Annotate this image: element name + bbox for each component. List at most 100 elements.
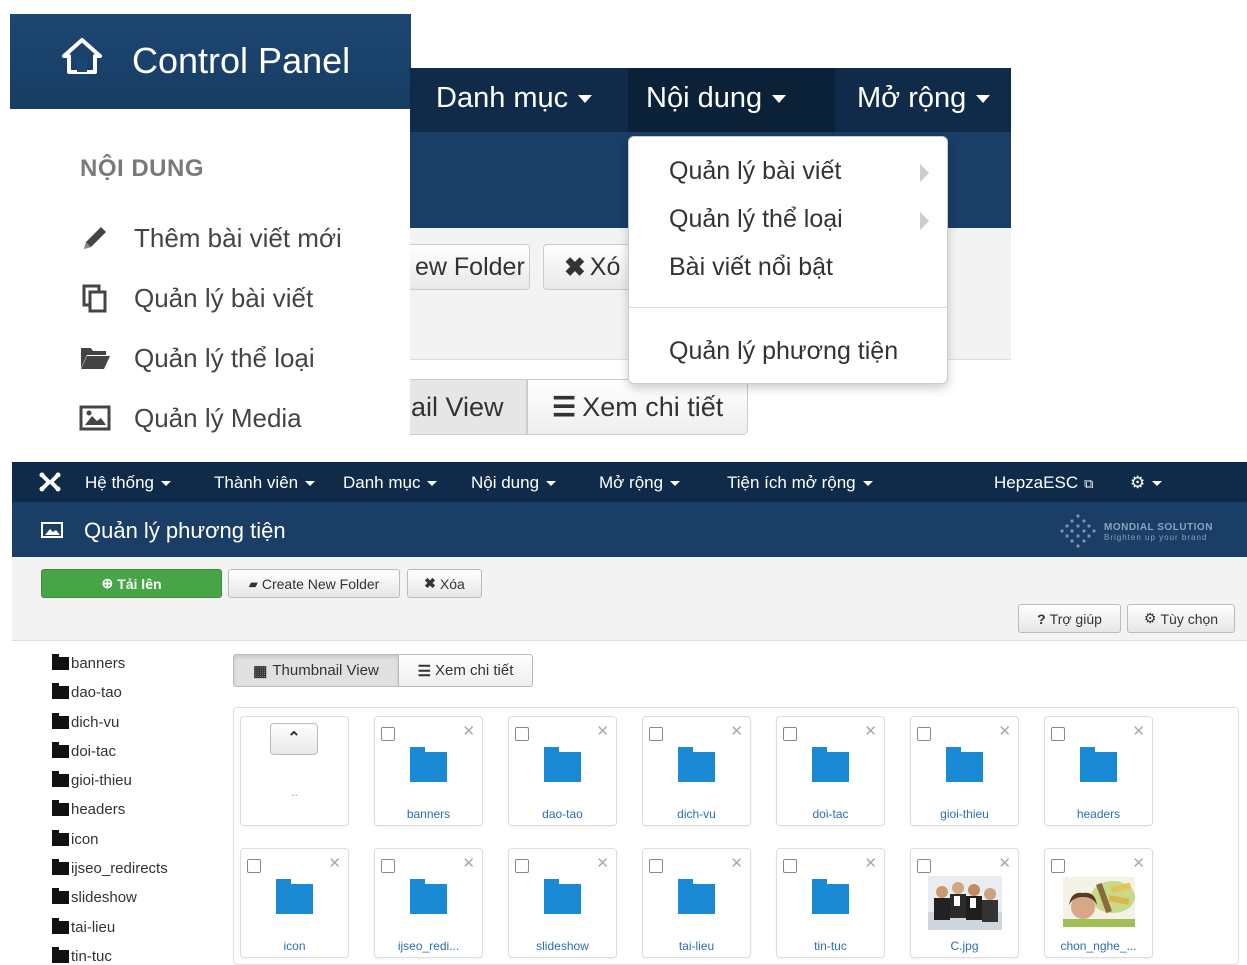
close-icon[interactable]: ✕: [998, 854, 1011, 872]
nav-content[interactable]: Nội dung: [471, 473, 557, 493]
folder-icon: [52, 829, 69, 846]
menu-item-manage-media[interactable]: Quản lý Media: [78, 398, 302, 438]
tree-folder[interactable]: icon: [52, 829, 222, 860]
side-menu-heading: NỘI DUNG: [80, 155, 204, 182]
select-checkbox[interactable]: [515, 727, 529, 741]
nav-settings[interactable]: ⚙: [1130, 473, 1163, 493]
close-icon[interactable]: ✕: [864, 722, 877, 740]
select-checkbox[interactable]: [649, 727, 663, 741]
dropdown-item-manage-categories[interactable]: Quản lý thể loại: [669, 205, 843, 234]
select-checkbox[interactable]: [381, 727, 395, 741]
nav-categories[interactable]: Danh mục: [436, 82, 593, 115]
close-icon[interactable]: ✕: [328, 854, 341, 872]
media-item[interactable]: ✕ ijseo_redi...: [374, 848, 483, 958]
tree-folder[interactable]: gioi-thieu: [52, 771, 222, 801]
menu-item-add-article[interactable]: Thêm bài viết mới: [78, 218, 342, 258]
select-checkbox[interactable]: [1051, 859, 1065, 873]
nav-extensions[interactable]: Mở rộng: [857, 82, 991, 115]
control-panel-title[interactable]: Control Panel: [132, 40, 350, 82]
select-checkbox[interactable]: [783, 859, 797, 873]
media-item[interactable]: ✕ doi-tac: [776, 716, 885, 826]
dropdown-item-featured-articles[interactable]: Bài viết nổi bật: [669, 253, 833, 282]
create-folder-button[interactable]: ▰ Create New Folder: [228, 569, 400, 598]
joomla-logo-icon[interactable]: [39, 472, 61, 492]
media-item[interactable]: ✕ icon: [240, 848, 349, 958]
tree-folder[interactable]: slideshow: [52, 888, 222, 918]
media-item[interactable]: ✕ tin-tuc: [776, 848, 885, 958]
tree-folder[interactable]: tin-tuc: [52, 946, 222, 965]
detail-view-button[interactable]: ☰ Xem chi tiết: [527, 379, 748, 435]
folder-open-icon: [78, 343, 112, 373]
select-checkbox[interactable]: [1051, 727, 1065, 741]
nav-system[interactable]: Hệ thống: [85, 473, 171, 493]
upload-button[interactable]: ⊕ Tải lên: [41, 569, 222, 598]
select-checkbox[interactable]: [649, 859, 663, 873]
folder-icon: [1080, 747, 1117, 782]
select-checkbox[interactable]: [381, 859, 395, 873]
question-circle-icon: ?: [1037, 610, 1046, 627]
select-checkbox[interactable]: [783, 727, 797, 741]
folder-icon: [52, 654, 69, 670]
nav-site-link[interactable]: HepzaESC ⧉: [994, 473, 1093, 493]
media-item[interactable]: ✕ slideshow: [508, 848, 617, 958]
tree-folder[interactable]: ijseo_redirects: [52, 859, 222, 889]
close-icon[interactable]: ✕: [462, 854, 475, 872]
close-icon[interactable]: ✕: [596, 854, 609, 872]
zoomed-view-toggle: ail View ☰ Xem chi tiết: [410, 379, 750, 435]
close-icon[interactable]: ✕: [596, 722, 609, 740]
folder-icon: [52, 683, 69, 700]
close-icon[interactable]: ✕: [462, 722, 475, 740]
thumbnail-view-button[interactable]: ail View: [410, 379, 527, 435]
close-icon[interactable]: ✕: [864, 854, 877, 872]
media-item[interactable]: ✕ C.jpg: [910, 848, 1019, 958]
pencil-icon: [78, 223, 112, 253]
select-checkbox[interactable]: [247, 859, 261, 873]
picture-icon: [41, 522, 63, 538]
tree-folder[interactable]: tai-lieu: [52, 917, 222, 948]
media-item[interactable]: ✕ chon_nghe_...: [1044, 848, 1153, 958]
caret-down-icon: [161, 481, 171, 487]
folder-icon: [678, 879, 715, 914]
tree-folder[interactable]: headers: [52, 800, 222, 830]
media-item[interactable]: ✕ banners: [374, 716, 483, 826]
nav-extensions[interactable]: Mở rộng: [599, 473, 681, 493]
tree-folder[interactable]: dich-vu: [52, 712, 222, 743]
close-icon[interactable]: ✕: [998, 722, 1011, 740]
dropdown-divider: [629, 307, 947, 308]
media-item[interactable]: ✕ tai-lieu: [642, 848, 751, 958]
select-checkbox[interactable]: [917, 859, 931, 873]
menu-item-manage-categories[interactable]: Quản lý thể loại: [78, 338, 315, 378]
tree-folder[interactable]: banners: [52, 654, 222, 684]
home-icon[interactable]: [60, 36, 104, 76]
nav-categories[interactable]: Danh mục: [343, 473, 438, 493]
close-icon[interactable]: ✕: [730, 722, 743, 740]
brand-name: MONDIAL SOLUTION: [1104, 522, 1213, 533]
chevron-up-icon[interactable]: ⌃: [270, 723, 318, 755]
media-item[interactable]: ✕ headers: [1044, 716, 1153, 826]
detail-view-button[interactable]: ☰ Xem chi tiết: [398, 654, 533, 687]
options-button[interactable]: ⚙ Tùy chọn: [1127, 604, 1235, 633]
media-item[interactable]: ✕ dich-vu: [642, 716, 751, 826]
dropdown-item-media-manager[interactable]: Quản lý phương tiện: [669, 337, 898, 366]
folder-icon: [52, 800, 69, 817]
tree-folder[interactable]: dao-tao: [52, 683, 222, 713]
thumbnail-view-button[interactable]: ▦ Thumbnail View: [233, 654, 399, 687]
menu-item-manage-articles[interactable]: Quản lý bài viết: [78, 278, 313, 318]
help-button[interactable]: ? Trợ giúp: [1018, 604, 1121, 633]
tree-folder[interactable]: doi-tac: [52, 741, 222, 772]
close-icon[interactable]: ✕: [1132, 722, 1145, 740]
nav-components[interactable]: Tiện ích mở rộng: [727, 473, 873, 493]
nav-users[interactable]: Thành viên: [214, 473, 316, 493]
delete-button[interactable]: ✖ Xóa: [407, 569, 482, 598]
list-icon: ☰: [417, 662, 432, 680]
media-item[interactable]: ✕ gioi-thieu: [910, 716, 1019, 826]
dropdown-item-manage-articles[interactable]: Quản lý bài viết: [669, 157, 841, 186]
close-icon[interactable]: ✕: [1132, 854, 1145, 872]
close-icon[interactable]: ✕: [730, 854, 743, 872]
new-folder-button[interactable]: ew Folder: [410, 244, 530, 290]
select-checkbox[interactable]: [917, 727, 931, 741]
select-checkbox[interactable]: [515, 859, 529, 873]
folder-up-card[interactable]: ⌃ ..: [240, 716, 349, 826]
nav-content[interactable]: Nội dung: [628, 68, 835, 132]
media-item[interactable]: ✕ dao-tao: [508, 716, 617, 826]
